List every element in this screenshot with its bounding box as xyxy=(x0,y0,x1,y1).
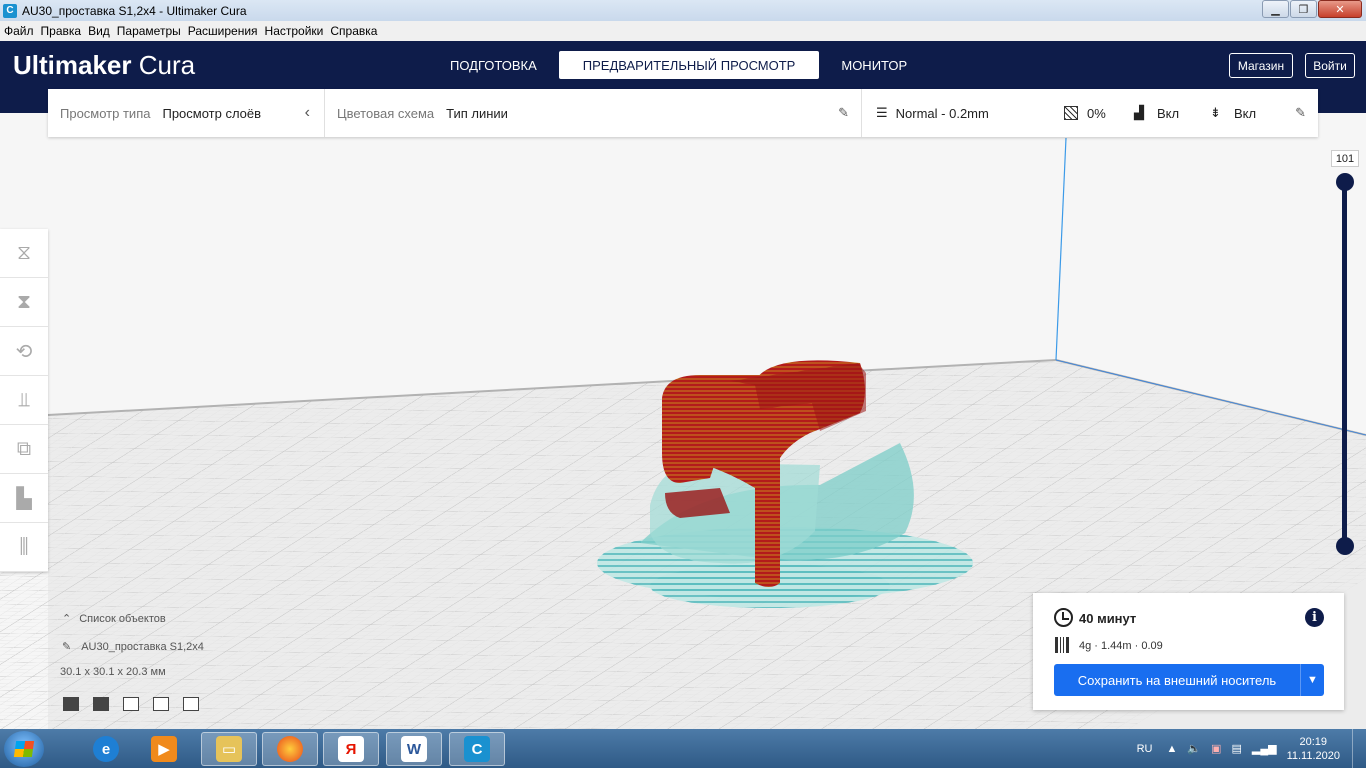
usb-icon[interactable]: ▤ xyxy=(1231,742,1241,755)
adhesion-value: Вкл xyxy=(1234,105,1257,121)
menu-extensions[interactable]: Расширения xyxy=(188,24,258,38)
print-settings-summary[interactable]: ☰ Normal - 0.2mm 0% ▟ Вкл ⇟ Вкл ✎ xyxy=(862,89,1318,137)
per-model-settings-icon[interactable]: ⧉ xyxy=(0,425,48,474)
layer-number-input[interactable]: 101 xyxy=(1331,150,1359,167)
object-name: AU30_проставка S1,2x4 xyxy=(81,641,204,653)
material-estimate: 4g · 1.44m · 0.09 xyxy=(1079,640,1163,652)
color-scheme-label: Цветовая схема xyxy=(337,105,435,121)
profile-value: Normal - 0.2mm xyxy=(895,105,989,121)
layer-slider-upper-handle[interactable] xyxy=(1336,173,1354,191)
restore-button[interactable]: ❐ xyxy=(1290,0,1317,18)
menu-settings[interactable]: Параметры xyxy=(117,24,181,38)
title-bar: C AU30_проставка S1,2x4 - Ultimaker Cura… xyxy=(0,0,1366,21)
layer-slider-track[interactable] xyxy=(1342,182,1347,546)
support-blocker-icon[interactable]: ▙ xyxy=(0,474,48,523)
menu-bar: Файл Правка Вид Параметры Расширения Нас… xyxy=(0,21,1366,41)
print-summary-panel: 40 минут i 4g · 1.44m · 0.09 Сохранить н… xyxy=(1033,593,1344,710)
brand-product: Cura xyxy=(138,50,196,80)
cura-icon[interactable]: C xyxy=(449,732,505,766)
custom-supports-icon[interactable]: ⫼ xyxy=(0,523,48,572)
view-settings-bar: Просмотр типа Просмотр слоёв ‹ Цветовая … xyxy=(48,89,1318,137)
start-button[interactable] xyxy=(4,731,44,767)
camera-view-buttons xyxy=(63,697,213,711)
color-scheme-selector[interactable]: Цветовая схема Тип линии ✎ xyxy=(325,89,861,137)
view-type-label: Просмотр типа xyxy=(60,105,151,121)
firefox-icon[interactable] xyxy=(262,732,318,766)
color-scheme-value: Тип линии xyxy=(446,105,508,121)
tab-preview[interactable]: ПРЕДВАРИТЕЛЬНЫЙ ПРОСМОТР xyxy=(558,51,820,79)
move-icon[interactable]: ⧖ xyxy=(0,229,48,278)
show-desktop-button[interactable] xyxy=(1352,729,1366,768)
signin-button[interactable]: Войти xyxy=(1305,53,1355,78)
stage-tabs: ПОДГОТОВКА ПРЕДВАРИТЕЛЬНЫЙ ПРОСМОТР МОНИ… xyxy=(436,51,929,79)
menu-preferences[interactable]: Настройки xyxy=(265,24,324,38)
object-list-header[interactable]: ⌃ Список объектов xyxy=(62,612,166,625)
pencil-icon: ✎ xyxy=(62,641,72,653)
object-list-item[interactable]: ✎ AU30_проставка S1,2x4 xyxy=(62,640,204,653)
object-dimensions: 30.1 x 30.1 x 20.3 мм xyxy=(60,666,166,678)
infill-icon xyxy=(1064,106,1078,120)
brand-name: Ultimaker xyxy=(13,50,132,80)
system-clock[interactable]: 20:19 11.11.2020 xyxy=(1287,735,1340,763)
menu-view[interactable]: Вид xyxy=(88,24,110,38)
volume-icon[interactable]: 🔈 xyxy=(1187,742,1201,755)
clock-date: 11.11.2020 xyxy=(1286,749,1340,762)
chevron-up-icon: ⌃ xyxy=(62,613,72,625)
file-explorer-icon[interactable]: ▭ xyxy=(201,732,257,766)
view-type-selector[interactable]: Просмотр типа Просмотр слоёв ‹ xyxy=(48,89,324,137)
language-indicator[interactable]: RU xyxy=(1137,743,1153,755)
signal-icon[interactable]: ▂▄▆ xyxy=(1252,742,1277,755)
yandex-browser-icon[interactable]: Я xyxy=(323,732,379,766)
rotate-icon[interactable]: ⟲ xyxy=(0,327,48,376)
close-button[interactable]: ✕ xyxy=(1318,0,1362,18)
support-icon: ▟ xyxy=(1134,105,1144,120)
show-hidden-icons-icon[interactable]: ▲ xyxy=(1166,743,1177,755)
pencil-icon[interactable]: ✎ xyxy=(838,105,849,121)
layer-slider-lower-handle[interactable] xyxy=(1336,537,1354,555)
save-to-removable-button[interactable]: Сохранить на внешний носитель xyxy=(1054,664,1300,696)
3d-view-icon[interactable] xyxy=(63,697,79,711)
menu-edit[interactable]: Правка xyxy=(41,24,82,38)
system-tray: RU ▲ 🔈 ▣ ▤ ▂▄▆ 20:19 11.11.2020 xyxy=(1137,729,1366,768)
network-warning-icon[interactable]: ▣ xyxy=(1211,742,1221,755)
scale-icon[interactable]: ⧗ xyxy=(0,278,48,327)
menu-help[interactable]: Справка xyxy=(330,24,377,38)
adhesion-icon: ⇟ xyxy=(1210,105,1221,120)
pencil-icon[interactable]: ✎ xyxy=(1295,105,1306,121)
internet-explorer-icon[interactable]: e xyxy=(78,732,134,766)
windows-taskbar: e ▶ ▭ Я W C RU ▲ 🔈 ▣ ▤ ▂▄▆ 20:19 11.11.2… xyxy=(0,729,1366,768)
clock-time: 20:19 xyxy=(1299,735,1328,748)
tool-panel: ⧖ ⧗ ⟲ ⫫ ⧉ ▙ ⫼ xyxy=(0,229,48,572)
marketplace-button[interactable]: Магазин xyxy=(1229,53,1293,78)
tab-prepare[interactable]: ПОДГОТОВКА xyxy=(436,51,551,79)
windows-logo-icon xyxy=(13,741,35,757)
spool-icon xyxy=(1055,637,1069,653)
chevron-down-icon[interactable]: ▼ xyxy=(1300,664,1324,696)
chevron-left-icon[interactable]: ‹ xyxy=(305,104,310,122)
front-view-icon[interactable] xyxy=(93,697,109,711)
infill-value: 0% xyxy=(1087,105,1106,121)
menu-file[interactable]: Файл xyxy=(4,24,34,38)
window-title: AU30_проставка S1,2x4 - Ultimaker Cura xyxy=(22,3,247,18)
minimize-button[interactable]: ▁ xyxy=(1262,0,1289,18)
print-time: 40 минут xyxy=(1079,611,1137,626)
brand-logo: Ultimaker Cura xyxy=(13,50,195,81)
word-icon[interactable]: W xyxy=(386,732,442,766)
cura-icon: C xyxy=(3,3,17,18)
clock-icon xyxy=(1054,608,1073,627)
view-type-value: Просмотр слоёв xyxy=(162,105,262,121)
right-view-icon[interactable] xyxy=(183,697,199,711)
top-view-icon[interactable] xyxy=(123,697,139,711)
profile-icon: ☰ xyxy=(876,105,888,120)
support-value: Вкл xyxy=(1157,105,1180,121)
mirror-icon[interactable]: ⫫ xyxy=(0,376,48,425)
media-player-icon[interactable]: ▶ xyxy=(136,732,192,766)
left-view-icon[interactable] xyxy=(153,697,169,711)
info-icon[interactable]: i xyxy=(1305,608,1324,627)
tab-monitor[interactable]: МОНИТОР xyxy=(827,51,921,79)
